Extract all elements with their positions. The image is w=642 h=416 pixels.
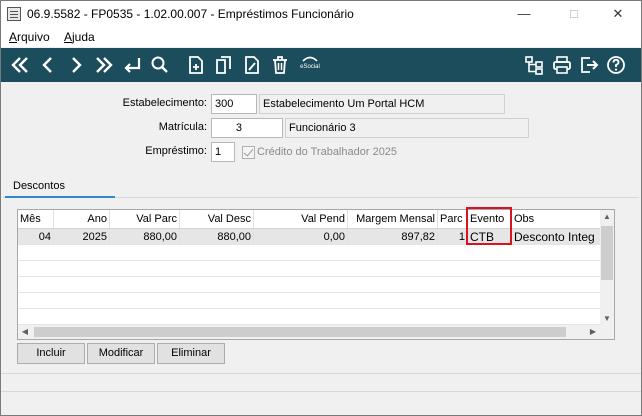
tab-descontos[interactable]: Descontos <box>5 177 115 197</box>
cell-ano: 2025 <box>54 229 110 245</box>
trash-icon <box>273 56 287 74</box>
first-record-button[interactable] <box>7 52 33 78</box>
cell-obs: Desconto Integ <box>514 230 595 244</box>
table-row[interactable]: 04 2025 880,00 880,00 0,00 897,82 1 CTB … <box>18 229 602 245</box>
descontos-grid[interactable]: Mês Ano Val Parc Val Desc Val Pend Marge… <box>17 209 615 340</box>
cell-val-pend: 0,00 <box>254 229 348 245</box>
edit-button[interactable] <box>239 52 265 78</box>
cell-val-desc: 880,00 <box>180 229 254 245</box>
copy-icon <box>216 56 231 74</box>
return-arrow-icon <box>124 58 141 73</box>
eliminar-button[interactable]: Eliminar <box>157 343 225 364</box>
status-bar <box>1 391 641 392</box>
title-bar: 06.9.5582 - FP0535 - 1.02.00.007 - Empré… <box>1 1 641 27</box>
close-button[interactable]: ✕ <box>595 1 641 27</box>
cell-parc: 1 <box>438 229 468 245</box>
toolbar: eSocial <box>1 48 641 82</box>
evento-highlight-box <box>466 207 512 245</box>
vertical-scroll-thumb[interactable] <box>601 226 613 280</box>
esocial-button[interactable]: eSocial <box>297 52 323 78</box>
empty-row <box>18 245 602 261</box>
estabelecimento-code-field[interactable]: 300 <box>211 94 257 114</box>
col-header-ano[interactable]: Ano <box>54 210 110 228</box>
horizontal-scrollbar[interactable]: ◀ ▶ <box>18 325 602 339</box>
cell-mes: 04 <box>18 229 54 245</box>
previous-record-button[interactable] <box>35 52 61 78</box>
col-header-val-desc[interactable]: Val Desc <box>180 210 254 228</box>
credito-label: Crédito do Trabalhador 2025 <box>257 146 398 158</box>
horizontal-scroll-thumb[interactable] <box>34 327 566 337</box>
delete-button[interactable] <box>267 52 293 78</box>
double-chevron-left-icon <box>11 57 28 73</box>
col-header-mes[interactable]: Mês <box>18 210 54 228</box>
col-header-parc[interactable]: Parc <box>438 210 468 228</box>
status-divider <box>1 373 641 374</box>
app-icon <box>7 7 21 21</box>
empty-row <box>18 261 602 277</box>
next-record-button[interactable] <box>63 52 89 78</box>
maximize-button[interactable]: □ <box>551 1 597 27</box>
edit-document-icon <box>245 56 259 74</box>
printer-icon <box>553 56 571 74</box>
hierarchy-button[interactable] <box>521 52 547 78</box>
matricula-name-field: Funcionário 3 <box>285 118 529 138</box>
col-header-val-parc[interactable]: Val Parc <box>110 210 180 228</box>
scroll-down-icon[interactable]: ▼ <box>600 312 614 326</box>
emprestimo-label: Empréstimo: <box>145 145 207 157</box>
scroll-right-icon[interactable]: ▶ <box>586 325 600 339</box>
matricula-label: Matrícula: <box>158 121 207 133</box>
window-title: 06.9.5582 - FP0535 - 1.02.00.007 - Empré… <box>27 7 354 21</box>
cell-margem-mensal: 897,82 <box>348 229 438 245</box>
menu-ajuda[interactable]: Ajuda <box>64 30 95 44</box>
print-button[interactable] <box>549 52 575 78</box>
goto-button[interactable] <box>119 52 145 78</box>
chevron-left-icon <box>42 57 52 73</box>
matricula-code-field[interactable]: 3 <box>211 118 283 138</box>
empty-row <box>18 293 602 309</box>
minimize-button[interactable]: — <box>501 1 547 27</box>
tab-active-indicator <box>5 196 115 198</box>
help-icon <box>607 56 625 74</box>
new-button[interactable] <box>183 52 209 78</box>
vertical-scrollbar[interactable]: ▲ ▼ <box>600 210 614 326</box>
search-button[interactable] <box>147 52 173 78</box>
new-document-icon <box>189 56 203 74</box>
incluir-button[interactable]: Incluir <box>17 343 85 364</box>
esocial-label: eSocial <box>300 64 320 70</box>
search-icon <box>151 56 168 73</box>
col-header-val-pend[interactable]: Val Pend <box>254 210 348 228</box>
exit-button[interactable] <box>576 52 602 78</box>
grid-header: Mês Ano Val Parc Val Desc Val Pend Marge… <box>18 210 602 229</box>
cell-val-parc: 880,00 <box>110 229 180 245</box>
double-chevron-right-icon <box>96 57 113 73</box>
menu-arquivo[interactable]: Arquivo <box>9 30 50 44</box>
app-window: 06.9.5582 - FP0535 - 1.02.00.007 - Empré… <box>0 0 642 416</box>
copy-button[interactable] <box>211 52 237 78</box>
estabelecimento-label: Estabelecimento: <box>122 97 207 109</box>
exit-icon <box>581 57 599 73</box>
empty-row <box>18 309 602 325</box>
hierarchy-icon <box>525 56 543 75</box>
scroll-up-icon[interactable]: ▲ <box>600 210 614 224</box>
chevron-right-icon <box>72 57 82 73</box>
col-header-obs[interactable]: Obs <box>512 210 602 228</box>
col-header-margem-mensal[interactable]: Margem Mensal <box>348 210 438 228</box>
last-record-button[interactable] <box>91 52 117 78</box>
credito-checkbox[interactable] <box>242 146 255 159</box>
emprestimo-field[interactable]: 1 <box>211 142 235 162</box>
menu-bar: Arquivo Ajuda <box>1 27 641 47</box>
modificar-button[interactable]: Modificar <box>87 343 155 364</box>
estabelecimento-name-field: Estabelecimento Um Portal HCM <box>259 94 505 114</box>
help-button[interactable] <box>603 52 629 78</box>
scrollbar-corner <box>600 325 614 339</box>
empty-row <box>18 277 602 293</box>
scroll-left-icon[interactable]: ◀ <box>18 325 32 339</box>
